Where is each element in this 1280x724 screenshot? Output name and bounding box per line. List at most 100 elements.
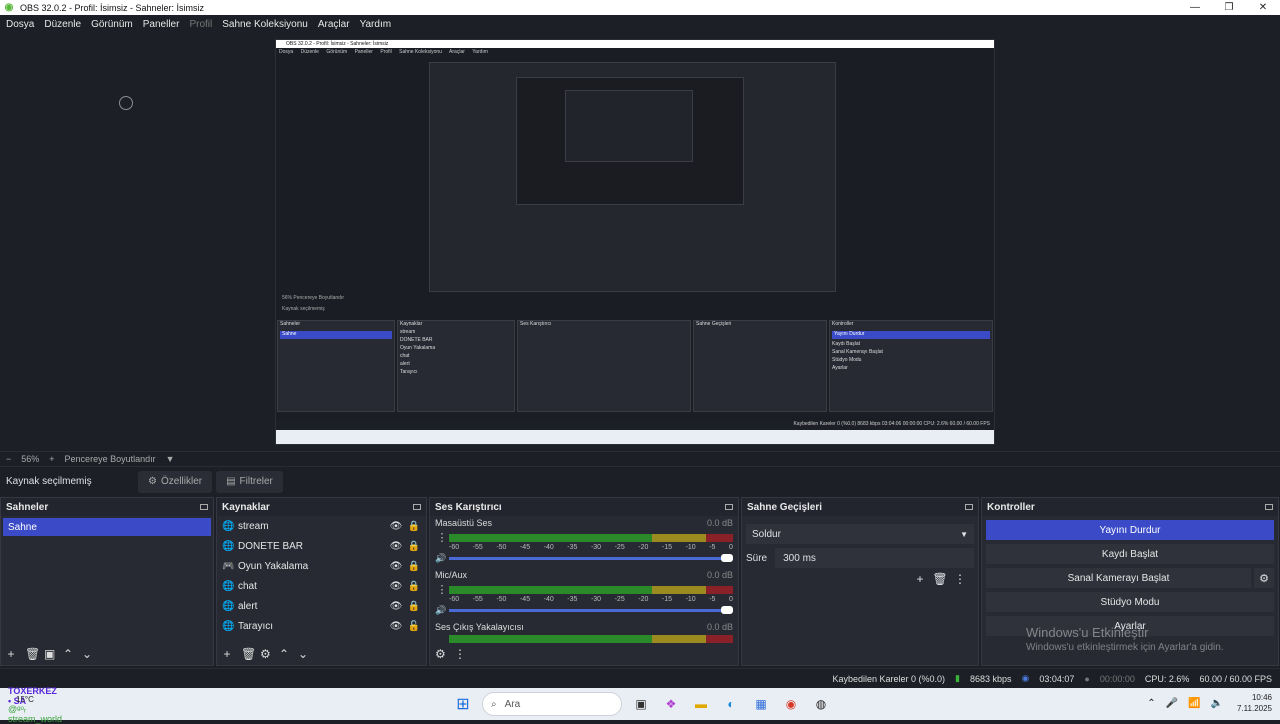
eye-icon[interactable]: 👁 xyxy=(389,521,403,532)
clock[interactable]: 10:46 7.11.2025 xyxy=(1237,692,1272,714)
source-item[interactable]: 🌐 chat 👁 🔒 xyxy=(217,576,426,596)
maximize-icon[interactable]: ❐ xyxy=(1212,2,1246,13)
file-explorer-icon[interactable]: ▬ xyxy=(690,693,712,715)
undock-icon[interactable] xyxy=(725,504,733,510)
lock-icon[interactable]: 🔒 xyxy=(407,521,421,532)
trash-icon[interactable]: 🗑 xyxy=(930,572,950,586)
transition-select[interactable]: Soldur ▼ xyxy=(746,524,974,544)
fit-to-window-select[interactable]: Pencereye Boyutlandır xyxy=(65,454,156,464)
source-item[interactable]: 🌐 stream 👁 🔒 xyxy=(217,516,426,536)
volume-icon[interactable]: 🔈 xyxy=(1211,698,1223,709)
source-item[interactable]: 🌐 Tarayıcı 👁 🔓 xyxy=(217,616,426,636)
lock-icon[interactable]: 🔒 xyxy=(407,601,421,612)
volume-slider[interactable]: 🔊 xyxy=(435,605,733,616)
slider-handle[interactable] xyxy=(721,554,733,562)
channel-db: 0.0 dB xyxy=(706,622,733,632)
source-item[interactable]: 🎮 Oyun Yakalama 👁 🔒 xyxy=(217,556,426,576)
source-item[interactable]: 🌐 DONETE BAR 👁 🔒 xyxy=(217,536,426,556)
undock-icon[interactable] xyxy=(1265,504,1273,510)
eye-icon[interactable]: 👁 xyxy=(389,541,403,552)
taskbar-apps: ⊞ ⌕ Ara ▣ ❖ ▬ ◐ ▦ ◉ ◍ xyxy=(452,692,832,716)
menu-file[interactable]: Dosya xyxy=(6,19,34,30)
menu-scene-collection[interactable]: Sahne Koleksiyonu xyxy=(222,19,308,30)
slider-track[interactable] xyxy=(449,606,733,614)
mixer-dock-header: Ses Karıştırıcı xyxy=(430,498,738,516)
menu-docks[interactable]: Paneller xyxy=(143,19,180,30)
menu-tools[interactable]: Araçlar xyxy=(318,19,350,30)
undock-icon[interactable] xyxy=(413,504,421,510)
zoom-out-button[interactable]: − xyxy=(6,454,11,464)
start-virtual-camera-button[interactable]: Sanal Kamerayı Başlat xyxy=(986,568,1251,588)
unlock-icon[interactable]: 🔓 xyxy=(407,621,421,632)
eye-icon[interactable]: 👁 xyxy=(389,581,403,592)
store-icon[interactable]: ▦ xyxy=(750,693,772,715)
menu-view[interactable]: Görünüm xyxy=(91,19,133,30)
more-vertical-icon[interactable]: ⋮ xyxy=(435,531,449,544)
add-icon[interactable]: + xyxy=(6,647,16,661)
volume-slider[interactable]: 🔊 xyxy=(435,553,733,564)
stop-streaming-button[interactable]: Yayını Durdur xyxy=(986,520,1274,540)
nested-menu-item: Görünüm xyxy=(326,49,348,55)
speaker-icon[interactable]: 🔊 xyxy=(435,553,449,564)
eye-icon[interactable]: 👁 xyxy=(389,601,403,612)
more-vertical-icon[interactable]: ⋮ xyxy=(435,583,449,596)
add-icon[interactable]: + xyxy=(222,647,232,661)
speaker-icon[interactable]: 🔊 xyxy=(435,605,449,616)
trash-icon[interactable]: 🗑 xyxy=(241,647,256,661)
chevron-down-icon[interactable]: ▼ xyxy=(166,454,175,464)
filters-button[interactable]: ▤ Filtreler xyxy=(216,470,283,493)
gear-icon[interactable]: ⚙ xyxy=(260,647,271,661)
trash-icon[interactable]: 🗑 xyxy=(25,647,40,661)
search-icon: ⌕ xyxy=(491,698,497,710)
arrow-down-icon[interactable]: ⌄ xyxy=(82,647,92,661)
duration-spinbox[interactable]: 300 ms xyxy=(775,548,974,568)
copilot-icon[interactable]: ❖ xyxy=(660,693,682,715)
source-toolbar: Kaynak seçilmemiş ⚙ Özellikler ▤ Filtrel… xyxy=(0,466,1280,496)
undock-icon[interactable] xyxy=(200,504,208,510)
wifi-icon[interactable]: 📶 xyxy=(1188,698,1200,709)
eye-icon[interactable]: 👁 xyxy=(389,621,403,632)
tick-label: -60 xyxy=(449,596,460,603)
obs-app-icon[interactable]: ◍ xyxy=(810,693,832,715)
scene-item[interactable]: Sahne xyxy=(3,518,211,536)
minimize-icon[interactable]: — xyxy=(1178,2,1212,13)
task-view-icon[interactable]: ▣ xyxy=(630,693,652,715)
source-label: Tarayıcı xyxy=(238,620,274,632)
chrome-icon[interactable]: ◉ xyxy=(780,693,802,715)
more-vertical-icon[interactable]: ⋮ xyxy=(950,572,970,586)
menu-profile[interactable]: Profil xyxy=(189,19,212,30)
slider-track[interactable] xyxy=(449,554,733,562)
properties-button[interactable]: ⚙ Özellikler xyxy=(138,470,213,493)
close-icon[interactable]: ✕ xyxy=(1246,2,1280,13)
tick-label: 0 xyxy=(728,596,733,603)
undock-icon[interactable] xyxy=(965,504,973,510)
chevron-up-icon[interactable]: ⌃ xyxy=(1147,698,1155,709)
stream-overlay-text: @ᵍᵒᵣ stream_world xyxy=(8,704,63,724)
eye-icon[interactable]: 👁 xyxy=(389,561,403,572)
volume-meter xyxy=(449,585,733,594)
slider-handle[interactable] xyxy=(721,606,733,614)
edge-icon[interactable]: ◐ xyxy=(720,693,742,715)
menu-help[interactable]: Yardım xyxy=(360,19,392,30)
arrow-up-icon[interactable]: ⌃ xyxy=(279,647,289,661)
menu-edit[interactable]: Düzenle xyxy=(44,19,81,30)
filter-icon[interactable]: ▣ xyxy=(44,647,55,661)
source-item[interactable]: 🌐 alert 👁 🔒 xyxy=(217,596,426,616)
taskbar-search[interactable]: ⌕ Ara xyxy=(482,692,622,716)
gear-icon[interactable]: ⚙ xyxy=(1254,568,1274,588)
studio-mode-button[interactable]: Stüdyo Modu xyxy=(986,592,1274,612)
lock-icon[interactable]: 🔒 xyxy=(407,581,421,592)
start-recording-button[interactable]: Kaydı Başlat xyxy=(986,544,1274,564)
lock-icon[interactable]: 🔒 xyxy=(407,541,421,552)
more-vertical-icon[interactable]: ⋮ xyxy=(454,647,466,661)
source-label: Oyun Yakalama xyxy=(238,560,309,572)
microphone-icon[interactable]: 🎤 xyxy=(1166,698,1178,709)
arrow-up-icon[interactable]: ⌃ xyxy=(63,647,73,661)
settings-button[interactable]: Ayarlar xyxy=(986,616,1274,636)
windows-start-icon[interactable]: ⊞ xyxy=(452,693,474,715)
add-icon[interactable]: + xyxy=(910,572,930,586)
gear-icon[interactable]: ⚙ xyxy=(435,647,446,661)
arrow-down-icon[interactable]: ⌄ xyxy=(298,647,308,661)
lock-icon[interactable]: 🔒 xyxy=(407,561,421,572)
zoom-in-button[interactable]: + xyxy=(49,454,54,464)
